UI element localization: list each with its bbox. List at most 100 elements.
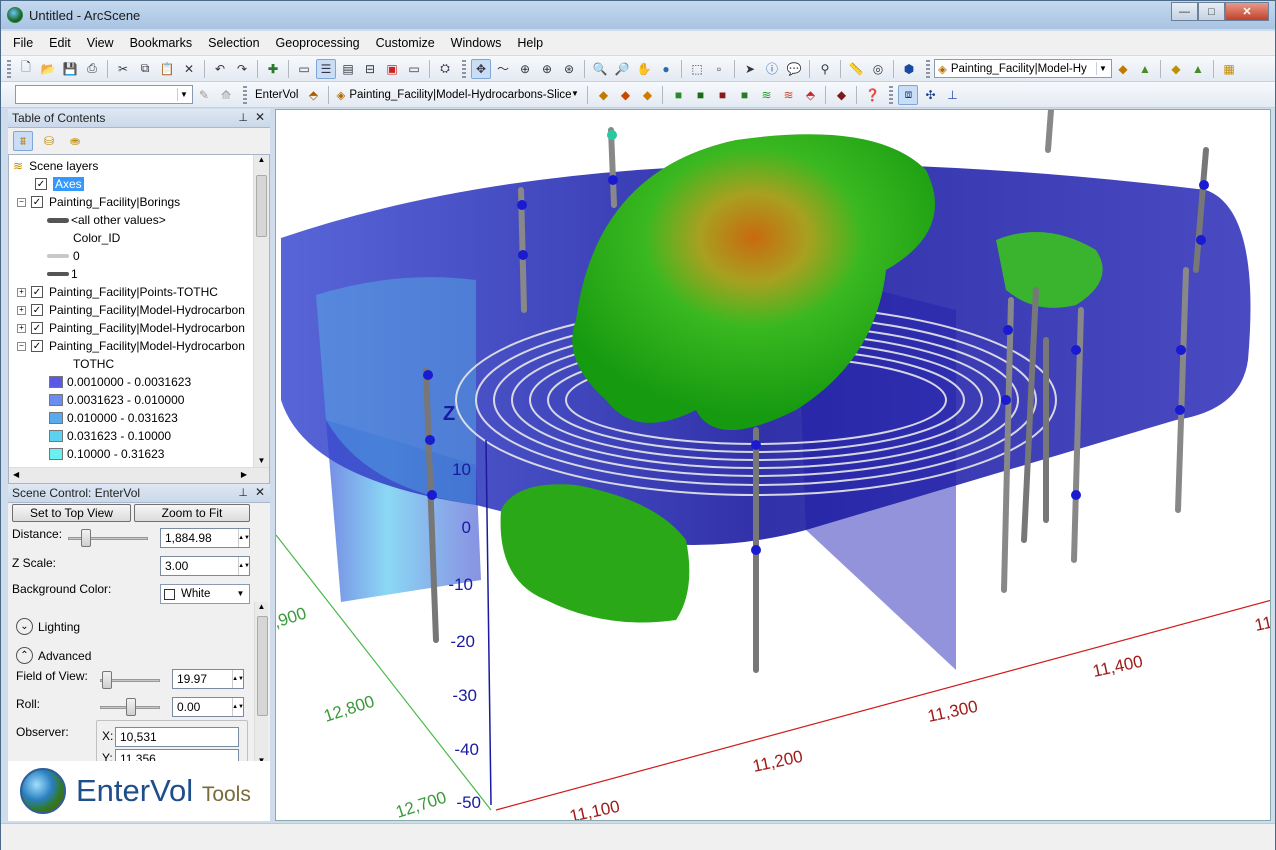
layer-checkbox[interactable]: ✓ — [31, 340, 43, 352]
copy-icon[interactable]: ⧉ — [135, 59, 155, 79]
menu-selection[interactable]: Selection — [208, 36, 259, 50]
expand-icon[interactable]: + — [17, 287, 26, 297]
ev-stack-icon[interactable]: ◆ — [831, 85, 851, 105]
chevron-down-icon[interactable]: ▼ — [177, 88, 190, 101]
chevron-down-icon[interactable]: ▼ — [234, 587, 247, 600]
slice-combo[interactable]: ◈ Painting_Facility|Model-Hydrocarbons-S… — [333, 85, 583, 104]
toc-layer-model-2[interactable]: + ✓ Painting_Facility|Model-Hydrocarbon — [17, 319, 245, 337]
ev-help-icon[interactable]: ❓ — [862, 85, 882, 105]
layer-checkbox[interactable]: ✓ — [31, 286, 43, 298]
delete-icon[interactable]: ✕ — [179, 59, 199, 79]
layer-checkbox[interactable]: ✓ — [31, 196, 43, 208]
roll-slider-thumb[interactable] — [126, 698, 136, 716]
spinner-arrows-icon[interactable]: ▲▼ — [232, 698, 244, 716]
3d-view-cube-icon[interactable]: ⬢ — [899, 59, 919, 79]
layer-tool-d-icon[interactable]: ▲ — [1188, 59, 1208, 79]
scene-control-scrollbar[interactable]: ▲ ▼ — [254, 602, 268, 767]
zoom-to-fit-button[interactable]: Zoom to Fit — [134, 504, 250, 522]
toc-window-icon[interactable]: ☰ — [316, 58, 336, 79]
animation-icon[interactable]: ◎ — [868, 59, 888, 79]
ev-tool-1-icon[interactable]: ◆ — [593, 85, 613, 105]
menu-bookmarks[interactable]: Bookmarks — [130, 36, 193, 50]
scroll-right-icon[interactable]: ▶ — [241, 470, 247, 479]
fov-slider-thumb[interactable] — [102, 671, 112, 689]
zoom-to-target-icon[interactable]: ⊕ — [537, 59, 557, 79]
toc-root[interactable]: ≋ Scene layers — [13, 157, 98, 175]
set-observer-icon[interactable]: ⊛ — [559, 59, 579, 79]
clear-selection-icon[interactable]: ▫ — [709, 59, 729, 79]
toc-vertical-scrollbar[interactable]: ▲ ▼ — [253, 155, 269, 467]
redo-icon[interactable]: ↷ — [232, 59, 252, 79]
menu-help[interactable]: Help — [517, 36, 543, 50]
toc-layer-model-3[interactable]: − ✓ Painting_Facility|Model-Hydrocarbon — [17, 337, 245, 355]
collapse-icon[interactable]: − — [17, 197, 26, 207]
scene-center-icon[interactable]: ✣ — [920, 85, 940, 105]
ev-tool-3-icon[interactable]: ◆ — [637, 85, 657, 105]
minimize-button[interactable]: — — [1171, 2, 1198, 21]
scroll-up-icon[interactable]: ▲ — [255, 602, 268, 611]
entervol-label[interactable]: EnterVol — [255, 89, 298, 101]
scene-canvas[interactable]: Z 10 0 -10 -20 -30 -40 -50 11,100 11,200… — [276, 110, 1271, 821]
expand-icon[interactable]: + — [17, 305, 26, 315]
toolbar-grip[interactable] — [462, 59, 466, 78]
background-color-combo[interactable]: White ▼ — [160, 584, 250, 604]
collapse-advanced-icon[interactable]: ⌃ — [16, 647, 33, 664]
distance-slider-thumb[interactable] — [81, 529, 91, 547]
edit-tool-b-icon[interactable]: ⟰ — [216, 85, 236, 105]
ev-tool-4-icon[interactable]: ■ — [668, 85, 688, 105]
spinner-arrows-icon[interactable]: ▲▼ — [238, 557, 250, 575]
scroll-thumb[interactable] — [257, 616, 268, 716]
add-data-icon[interactable]: ✚ — [263, 59, 283, 79]
scroll-thumb[interactable] — [256, 175, 267, 237]
search-window-icon[interactable]: ⊟ — [360, 59, 380, 79]
select-features-icon[interactable]: ⬚ — [687, 59, 707, 79]
fov-field[interactable]: 19.97 ▲▼ — [172, 669, 244, 689]
menu-customize[interactable]: Customize — [376, 36, 435, 50]
menu-edit[interactable]: Edit — [49, 36, 71, 50]
scene-view[interactable]: Z 10 0 -10 -20 -30 -40 -50 11,100 11,200… — [275, 109, 1271, 821]
pin-icon[interactable]: ⊥ — [238, 486, 248, 499]
layer-tool-e-icon[interactable]: ▦ — [1219, 59, 1239, 79]
measure-icon[interactable]: 📏 — [846, 59, 866, 79]
expand-icon[interactable]: + — [17, 323, 26, 333]
cut-icon[interactable]: ✂ — [113, 59, 133, 79]
close-icon[interactable]: ✕ — [255, 110, 265, 124]
navigate-icon[interactable]: ✥ — [471, 58, 491, 79]
layer-tool-c-icon[interactable]: ◆ — [1166, 59, 1186, 79]
layer-checkbox[interactable]: ✓ — [31, 304, 43, 316]
layer-checkbox[interactable]: ✓ — [31, 322, 43, 334]
arctoolbox-icon[interactable]: ▣ — [382, 59, 402, 79]
open-folder-icon[interactable]: 📂 — [38, 59, 58, 79]
menu-view[interactable]: View — [87, 36, 114, 50]
find-binoculars-icon[interactable]: ⚲ — [815, 59, 835, 79]
new-document-icon[interactable]: 🗋 — [16, 59, 36, 79]
spinner-arrows-icon[interactable]: ▲▼ — [232, 670, 244, 688]
full-extent-globe-icon[interactable]: ● — [656, 59, 676, 79]
maximize-button[interactable]: □ — [1198, 2, 1225, 21]
toc-layer-axes[interactable]: ✓ Axes — [35, 175, 84, 193]
html-popup-icon[interactable]: 💬 — [784, 59, 804, 79]
menu-geoprocessing[interactable]: Geoprocessing — [276, 36, 360, 50]
roll-field[interactable]: 0.00 ▲▼ — [172, 697, 244, 717]
toc-layer-points[interactable]: + ✓ Painting_Facility|Points-TOTHC — [17, 283, 218, 301]
list-by-source-icon[interactable]: ⛁ — [39, 131, 59, 151]
pin-icon[interactable]: ⊥ — [238, 111, 248, 124]
pan-hand-icon[interactable]: ✋ — [634, 59, 654, 79]
toolbar-grip[interactable] — [7, 59, 11, 78]
close-icon[interactable]: ✕ — [255, 485, 265, 499]
layer-checkbox[interactable]: ✓ — [35, 178, 47, 190]
expand-lighting-icon[interactable]: ⌄ — [16, 618, 33, 635]
select-elements-icon[interactable]: ➤ — [740, 59, 760, 79]
empty-combo[interactable]: ▼ — [15, 85, 193, 104]
ev-tool-2-icon[interactable]: ◆ — [615, 85, 635, 105]
list-by-drawing-order-icon[interactable]: ⩩ — [13, 131, 33, 151]
chevron-down-icon[interactable]: ▼ — [568, 87, 581, 100]
toc-layer-borings[interactable]: − ✓ Painting_Facility|Borings — [17, 193, 180, 211]
distance-field[interactable]: 1,884.98 ▲▼ — [160, 528, 250, 548]
ev-tool-7-icon[interactable]: ■ — [734, 85, 754, 105]
lighting-section[interactable]: Lighting — [38, 620, 80, 634]
paste-icon[interactable]: 📋 — [157, 59, 177, 79]
scene-properties-icon[interactable]: ▭ — [294, 59, 314, 79]
scroll-down-icon[interactable]: ▼ — [254, 456, 269, 465]
toc-layer-model-1[interactable]: + ✓ Painting_Facility|Model-Hydrocarbon — [17, 301, 245, 319]
